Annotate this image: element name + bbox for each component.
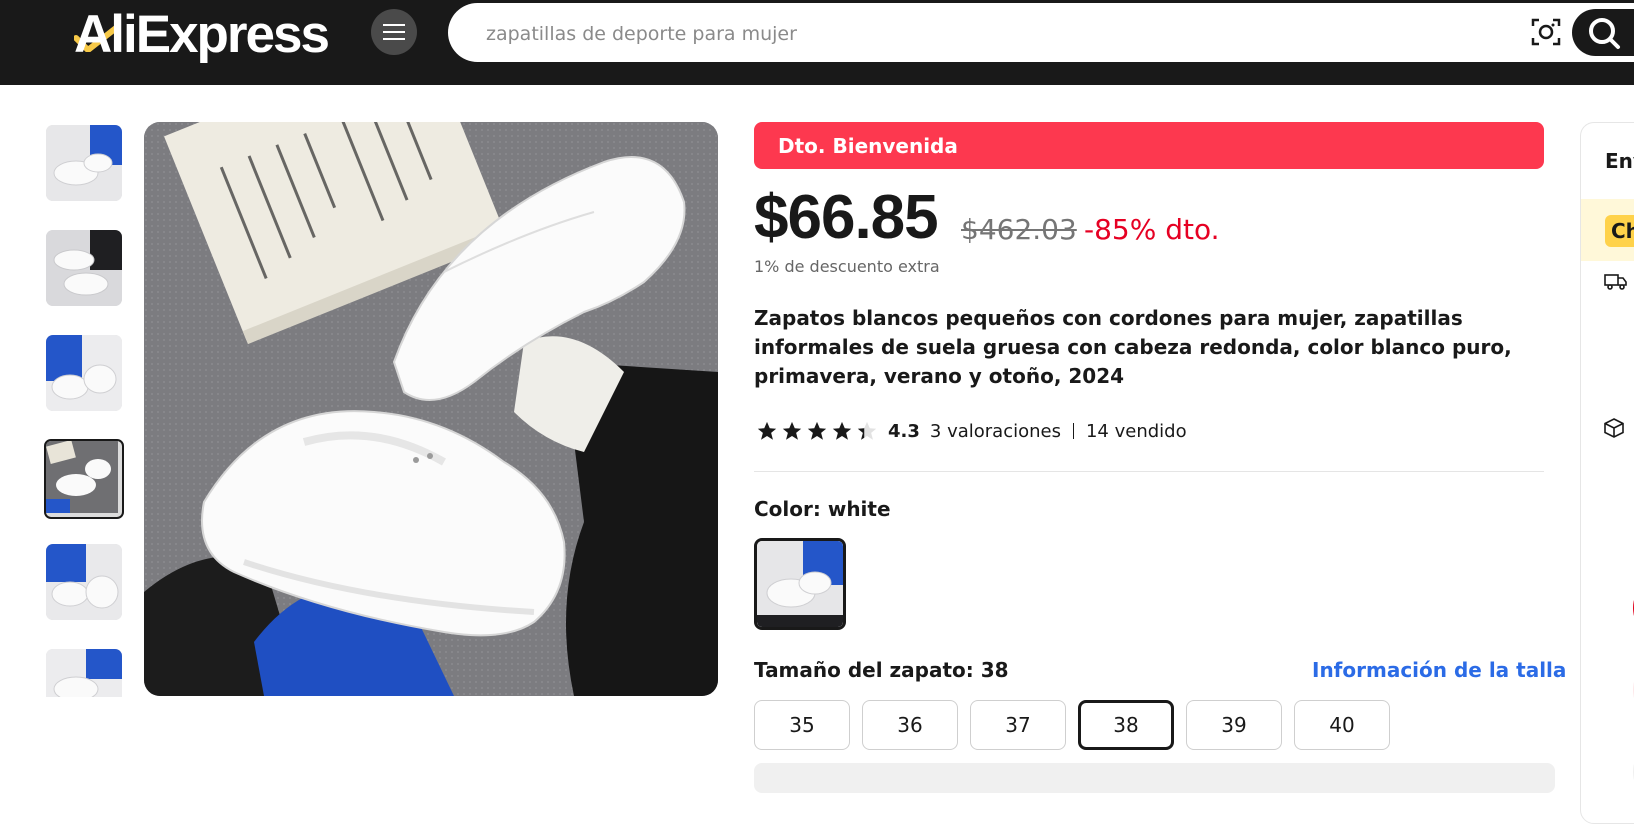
- thumbnail-5[interactable]: [46, 544, 122, 620]
- truck-icon: [1604, 274, 1627, 290]
- side-panel-title: Env: [1605, 149, 1634, 173]
- size-option-40[interactable]: 40: [1294, 700, 1390, 750]
- size-option-39[interactable]: 39: [1186, 700, 1282, 750]
- thumbnail-list: [44, 122, 124, 697]
- shipping-side-panel: Env Ch: [1580, 122, 1634, 824]
- size-option-37[interactable]: 37: [970, 700, 1066, 750]
- partial-star-icon: [857, 421, 877, 440]
- star-icon: [782, 421, 802, 440]
- rating-row: 4.3 3 valoraciones 14 vendido: [756, 416, 1187, 446]
- star-icon: [757, 421, 777, 440]
- original-price: $462.03: [961, 213, 1077, 246]
- search-icon: [1589, 18, 1620, 49]
- rating-stars: [756, 420, 878, 442]
- size-options: 35 36 37 38 39 40: [754, 700, 1390, 750]
- color-label: Color: white: [754, 497, 891, 521]
- size-option-36[interactable]: 36: [862, 700, 958, 750]
- extra-discount: 1% de descuento extra: [754, 257, 940, 276]
- rating-value: 4.3: [888, 420, 920, 442]
- sold-count: 14 vendido: [1085, 420, 1187, 442]
- aliexpress-logo[interactable]: AliExpress: [74, 4, 330, 64]
- hamburger-icon: [383, 24, 405, 40]
- welcome-discount-banner: Dto. Bienvenida: [754, 122, 1544, 169]
- discount-percent: -85% dto.: [1084, 213, 1220, 246]
- size-option-38[interactable]: 38: [1078, 700, 1174, 750]
- next-section-block: [754, 763, 1555, 793]
- product-title: Zapatos blancos pequeños con cordones pa…: [754, 306, 1512, 388]
- current-price: $66.85: [754, 183, 939, 252]
- size-option-35[interactable]: 35: [754, 700, 850, 750]
- thumbnail-3[interactable]: [46, 335, 122, 411]
- search-bar: [448, 3, 1634, 64]
- size-guide-link[interactable]: Información de la talla: [1312, 658, 1566, 682]
- top-header: AliExpress: [0, 0, 1634, 85]
- reviews-link[interactable]: 3 valoraciones: [930, 421, 1061, 442]
- package-icon: [1604, 418, 1624, 438]
- search-button[interactable]: [1572, 9, 1634, 56]
- star-icon: [807, 421, 827, 440]
- thumbnail-1[interactable]: [46, 125, 122, 201]
- thumbnail-4[interactable]: [44, 439, 124, 519]
- divider: [754, 471, 1544, 472]
- search-input[interactable]: [484, 3, 1488, 64]
- side-promo-chip: Ch: [1605, 215, 1634, 247]
- color-option-white[interactable]: [754, 538, 846, 630]
- star-icon: [832, 421, 852, 440]
- size-label: Tamaño del zapato: 38: [754, 658, 1009, 682]
- main-product-image[interactable]: [144, 122, 718, 696]
- logo-text: AliExpress: [74, 4, 330, 64]
- thumbnail-6[interactable]: [46, 649, 122, 697]
- divider: [1072, 423, 1074, 439]
- thumbnail-2[interactable]: [46, 230, 122, 306]
- menu-button[interactable]: [371, 9, 417, 55]
- camera-search-icon[interactable]: [1529, 15, 1563, 49]
